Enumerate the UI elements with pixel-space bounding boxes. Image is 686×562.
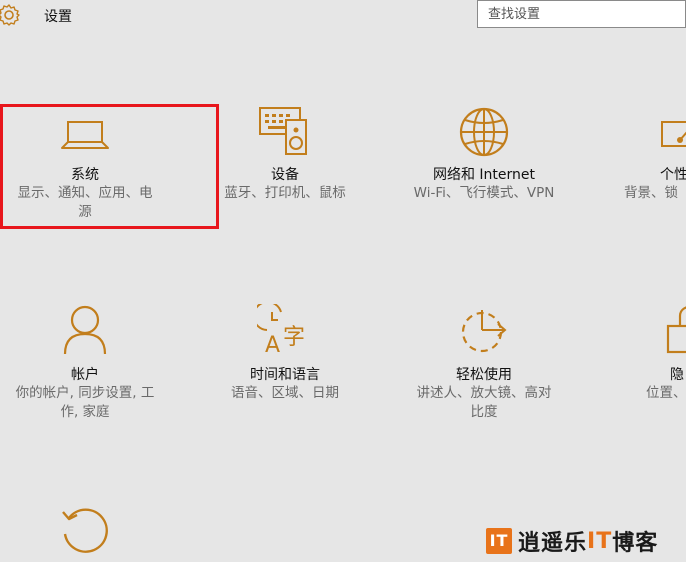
tile-desc: Wi-Fi、飞行模式、VPN bbox=[413, 185, 555, 201]
tile-name: 个性 bbox=[660, 167, 686, 183]
watermark-logo: IT 逍遥乐 IT 博客 bbox=[486, 526, 658, 556]
tile-desc: 蓝牙、打印机、鼠标 bbox=[224, 185, 346, 201]
time-language-icon: A 字 bbox=[257, 304, 313, 356]
personalization-icon bbox=[660, 118, 686, 154]
tile-update[interactable] bbox=[0, 504, 185, 562]
update-icon bbox=[59, 504, 111, 558]
tile-name: 轻松使用 bbox=[456, 367, 512, 383]
lock-icon bbox=[666, 304, 686, 356]
tile-desc: 讲述人、放大镜、高对 比度 bbox=[416, 385, 552, 420]
watermark-it: IT bbox=[587, 528, 613, 554]
search-input[interactable] bbox=[477, 0, 686, 28]
tile-desc: 背景、锁 bbox=[624, 185, 678, 201]
tile-desc: 位置、 bbox=[646, 385, 686, 401]
tile-desc: 语音、区域、日期 bbox=[231, 385, 339, 401]
tile-time-language[interactable]: A 字 时间和语言 语音、区域、日期 bbox=[185, 304, 385, 429]
svg-text:字: 字 bbox=[283, 325, 305, 350]
tile-accounts[interactable]: 帐户 你的帐户, 同步设置, 工 作, 家庭 bbox=[0, 304, 185, 429]
tile-name: 网络和 Internet bbox=[432, 167, 536, 183]
tile-devices[interactable]: 设备 蓝牙、打印机、鼠标 bbox=[185, 104, 385, 229]
devices-icon bbox=[258, 106, 312, 156]
tile-personalization[interactable]: 个性 背景、锁 bbox=[612, 104, 686, 229]
page-title: 设置 bbox=[44, 9, 72, 25]
tile-name: 时间和语言 bbox=[250, 367, 320, 383]
ease-of-access-icon bbox=[458, 306, 510, 358]
tile-desc: 你的帐户, 同步设置, 工 作, 家庭 bbox=[15, 385, 155, 420]
svg-text:A: A bbox=[265, 333, 280, 356]
tile-name: 隐 bbox=[670, 367, 684, 383]
watermark-text-b: 博客 bbox=[612, 531, 659, 556]
tile-privacy[interactable]: 隐 位置、 bbox=[612, 304, 686, 429]
tile-ease-of-access[interactable]: 轻松使用 讲述人、放大镜、高对 比度 bbox=[384, 304, 584, 429]
gear-icon bbox=[0, 4, 20, 26]
tile-name: 设备 bbox=[271, 167, 299, 183]
it-badge: IT bbox=[486, 528, 512, 554]
tile-name: 帐户 bbox=[71, 367, 99, 383]
globe-icon bbox=[458, 106, 510, 158]
tile-network[interactable]: 网络和 Internet Wi-Fi、飞行模式、VPN bbox=[384, 104, 584, 229]
person-icon bbox=[62, 304, 108, 356]
watermark-text: 逍遥乐 bbox=[518, 531, 588, 556]
